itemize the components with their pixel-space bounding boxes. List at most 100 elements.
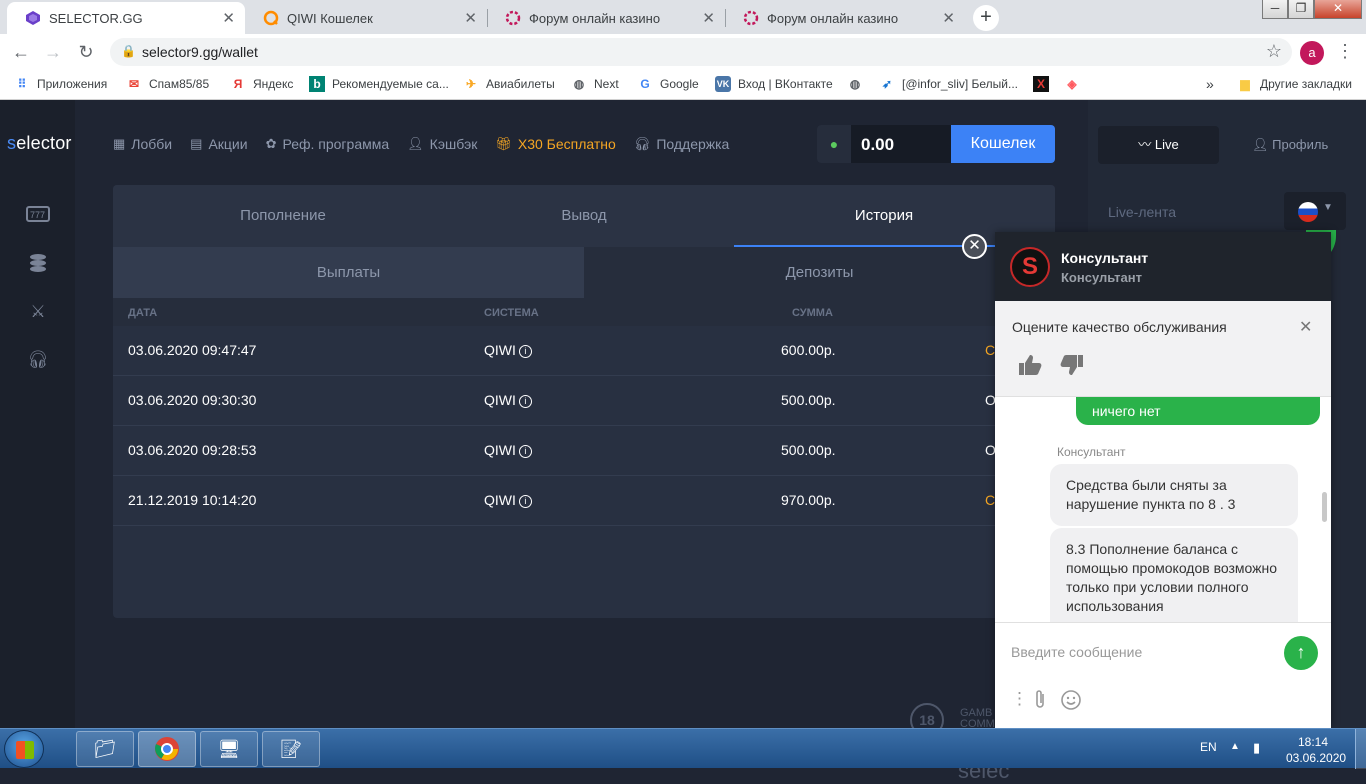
site-logo[interactable]: selector — [7, 133, 72, 154]
top-navigation: ▦ Лобби ▤ Акции ✿ Реф. программа 👤︎ Кэшбэк 🎁… — [113, 133, 747, 155]
tab-qiwi[interactable]: QIWI Кошелек ✕ — [245, 2, 487, 34]
notepad-taskbar-icon[interactable]: 📝︎ — [262, 731, 320, 767]
windows-taskbar: 📁︎ 🖥︎ 📝︎ EN ▲ ▮ 18:14 03.06.2020 — [0, 728, 1366, 769]
bookmark-airbnb[interactable]: ◈ — [1064, 76, 1087, 92]
tab-forum-2[interactable]: Форум онлайн казино ✕ — [725, 2, 965, 34]
info-icon[interactable]: i — [518, 345, 532, 358]
bing-icon: b — [309, 76, 325, 92]
casino-forum-icon — [505, 10, 521, 26]
trend-icon: 〰 — [1138, 137, 1155, 152]
close-tab-icon[interactable]: ✕ — [222, 9, 235, 27]
live-button[interactable]: 〰 Live — [1098, 126, 1219, 164]
close-tab-icon[interactable]: ✕ — [942, 9, 955, 27]
more-bookmarks-button[interactable]: » — [1206, 76, 1214, 92]
russia-flag-icon — [1298, 202, 1318, 222]
info-icon[interactable]: i — [518, 445, 532, 458]
other-bookmarks[interactable]: ▆ Другие закладки — [1237, 76, 1352, 92]
maximize-button[interactable]: ❐ — [1288, 0, 1314, 19]
tab-selector[interactable]: SELECTOR.GG ✕ — [7, 2, 245, 34]
back-icon[interactable]: ← — [9, 40, 33, 64]
nav-referral[interactable]: ✿ Реф. программа — [266, 136, 390, 152]
nav-lobby[interactable]: ▦ Лобби — [113, 136, 172, 152]
tab-withdraw[interactable]: Вывод — [434, 185, 734, 247]
user-icon: 👤︎ — [1252, 137, 1273, 152]
subtab-payouts[interactable]: Выплаты — [113, 247, 584, 298]
network-icon[interactable]: ▮ — [1253, 740, 1260, 756]
forward-icon[interactable]: → — [41, 40, 65, 64]
message-input[interactable]: Введите сообщение — [1011, 644, 1142, 660]
tab-history[interactable]: История — [734, 185, 1034, 247]
nav-cashback[interactable]: 👤︎ Кэшбэк — [407, 136, 477, 152]
clock-date[interactable]: 03.06.2020 — [1286, 751, 1346, 765]
clock-time[interactable]: 18:14 — [1298, 735, 1328, 749]
nav-promotions[interactable]: ▤ Акции — [190, 136, 247, 152]
more-icon[interactable]: ⋮ — [1336, 41, 1354, 62]
attach-icon[interactable] — [1033, 689, 1047, 714]
tab-forum-1[interactable]: Форум онлайн казино ✕ — [487, 2, 725, 34]
profile-button[interactable]: 👤︎ Профиль — [1252, 137, 1328, 153]
bookmark-globe[interactable]: ◍ — [847, 76, 870, 92]
show-desktop-button[interactable] — [1355, 729, 1366, 769]
reload-icon[interactable]: ↻ — [74, 40, 98, 64]
send-button[interactable]: ↑ — [1284, 636, 1318, 670]
info-icon[interactable]: i — [518, 395, 532, 408]
new-tab-button[interactable]: + — [973, 5, 999, 31]
close-icon[interactable]: ✕ — [1299, 317, 1312, 337]
airbnb-icon: ◈ — [1067, 77, 1077, 91]
lock-icon: 🔒 — [121, 44, 136, 58]
bookmark-aviatickets[interactable]: ✈ Авиабилеты — [463, 76, 555, 92]
bookmark-google[interactable]: G Google — [637, 76, 698, 92]
thumbs-down-icon[interactable] — [1059, 353, 1085, 383]
language-selector[interactable]: ▼ — [1284, 192, 1346, 230]
profile-avatar[interactable]: a — [1300, 41, 1324, 65]
user-message: ничего нет — [1076, 397, 1320, 425]
tab-title: QIWI Кошелек — [287, 10, 373, 26]
chrome-taskbar-icon[interactable] — [138, 731, 196, 767]
history-subtabs: Выплаты Депозиты — [113, 247, 1055, 298]
chat-scrollbar[interactable] — [1322, 492, 1327, 522]
tab-deposit[interactable]: Пополнение — [133, 185, 433, 247]
swords-icon[interactable]: ⚔ — [26, 300, 50, 324]
bookmark-x[interactable]: X — [1033, 76, 1056, 92]
nav-x30-free[interactable]: 🎁︎ X30 Бесплатно — [495, 136, 615, 152]
browser-toolbar: ← → ↻ 🔒 selector9.gg/wallet ☆ a ⋮ — [0, 34, 1366, 70]
bookmark-bing[interactable]: b Рекомендуемые са... — [309, 76, 449, 92]
star-icon[interactable]: ☆ — [1266, 41, 1282, 62]
emoji-icon[interactable] — [1060, 689, 1082, 716]
wallet-button[interactable]: Кошелек — [951, 125, 1055, 163]
bookmark-next[interactable]: ◍ Next — [571, 76, 619, 92]
keyboard-language[interactable]: EN — [1200, 740, 1217, 754]
bookmark-infor-sliv[interactable]: ➶ [@infor_sliv] Белый... — [879, 76, 1018, 92]
monitor-taskbar-icon[interactable]: 🖥︎ — [200, 731, 258, 767]
coins-icon[interactable] — [26, 251, 50, 275]
operator-message: 8.3 Пополнение баланса с помощью промоко… — [1050, 528, 1298, 622]
apps-grid-icon: ⠿ — [17, 77, 27, 91]
bookmark-gmail[interactable]: ✉ Спам85/85 — [126, 76, 209, 92]
subtab-deposits[interactable]: Депозиты — [584, 247, 1055, 298]
tray-expand-icon[interactable]: ▲ — [1230, 741, 1240, 752]
info-icon[interactable]: i — [518, 495, 532, 508]
close-tab-icon[interactable]: ✕ — [464, 9, 477, 27]
chevron-down-icon: ▼ — [1323, 202, 1333, 213]
minimize-button[interactable]: ─ — [1262, 0, 1288, 19]
headset-icon[interactable]: 🎧︎ — [26, 348, 50, 372]
table-header: ДАТА СИСТЕМА СУММА — [113, 298, 1055, 326]
more-options-icon[interactable]: ⋮ — [1011, 689, 1028, 709]
close-chat-button[interactable]: ✕ — [962, 234, 987, 259]
casino-forum-icon — [743, 10, 759, 26]
column-system: СИСТЕМА — [484, 307, 539, 319]
address-bar[interactable]: 🔒 selector9.gg/wallet ☆ — [110, 38, 1292, 66]
bookmark-apps[interactable]: ⠿ Приложения — [14, 76, 108, 92]
headset-icon: 🎧︎ — [633, 136, 651, 151]
balance-display: ● 0.00 — [817, 125, 951, 163]
bookmark-vk[interactable]: VK Вход | ВКонтакте — [715, 76, 833, 92]
nav-support[interactable]: 🎧︎ Поддержка — [634, 136, 730, 152]
bookmark-yandex[interactable]: Я Яндекс — [230, 76, 294, 92]
close-window-button[interactable]: ✕ — [1314, 0, 1362, 19]
url-text[interactable]: selector9.gg/wallet — [142, 44, 258, 60]
slots-icon[interactable]: 777 — [26, 204, 50, 228]
explorer-taskbar-icon[interactable]: 📁︎ — [76, 731, 134, 767]
thumbs-up-icon[interactable] — [1017, 353, 1043, 383]
close-tab-icon[interactable]: ✕ — [702, 9, 715, 27]
start-button[interactable] — [4, 730, 44, 768]
